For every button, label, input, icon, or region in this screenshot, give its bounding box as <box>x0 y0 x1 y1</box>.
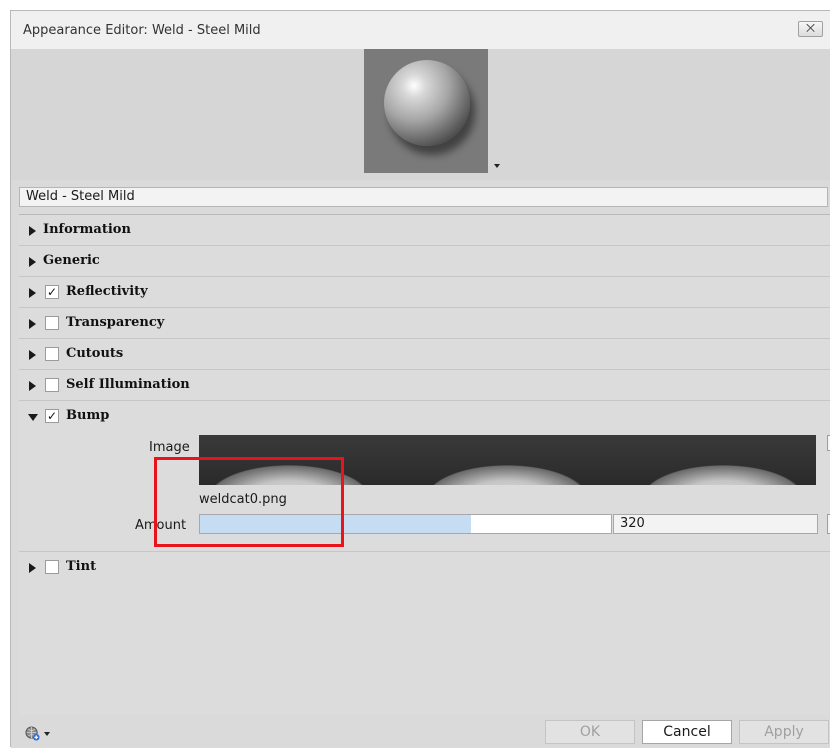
appearance-name-field[interactable]: Weld - Steel Mild <box>19 187 828 207</box>
section-label: Tint <box>66 559 97 574</box>
amount-label: Amount <box>135 518 187 533</box>
expand-arrow-icon[interactable] <box>29 288 36 298</box>
window-title: Appearance Editor: Weld - Steel Mild <box>23 23 261 38</box>
amount-value-field[interactable]: 320 <box>613 514 818 534</box>
globe-menu-arrow-icon[interactable] <box>44 732 50 736</box>
section-label: Reflectivity <box>66 284 148 299</box>
globe-add-icon[interactable] <box>25 726 40 741</box>
preview-area <box>11 49 830 180</box>
section-bump[interactable]: ✓ Bump <box>19 401 830 432</box>
amount-slider[interactable] <box>199 514 612 534</box>
cutouts-checkbox[interactable] <box>45 347 59 361</box>
section-label: Transparency <box>66 315 165 330</box>
section-label: Self Illumination <box>66 377 190 392</box>
tint-checkbox[interactable] <box>45 560 59 574</box>
transparency-checkbox[interactable] <box>45 316 59 330</box>
collapse-arrow-icon[interactable] <box>28 414 38 421</box>
cancel-button[interactable]: Cancel <box>642 720 732 744</box>
section-self-illumination[interactable]: Self Illumination <box>19 370 830 401</box>
preview-sphere <box>384 60 470 146</box>
section-label: Information <box>43 222 131 237</box>
bump-checkbox[interactable]: ✓ <box>45 409 59 423</box>
material-preview[interactable] <box>364 49 488 173</box>
expand-arrow-icon[interactable] <box>29 381 36 391</box>
section-generic[interactable]: Generic <box>19 246 830 277</box>
title-bar: Appearance Editor: Weld - Steel Mild ⨉ <box>11 11 830 49</box>
bump-filename[interactable]: weldcat0.png <box>199 492 287 507</box>
image-label: Image <box>149 440 190 455</box>
bump-texture-image[interactable] <box>199 435 816 485</box>
expand-arrow-icon[interactable] <box>29 350 36 360</box>
expand-arrow-icon[interactable] <box>29 319 36 329</box>
section-label: Generic <box>43 253 100 268</box>
expand-arrow-icon[interactable] <box>29 563 36 573</box>
section-cutouts[interactable]: Cutouts <box>19 339 830 370</box>
bump-properties: Image weldcat0.png Amount 320 <box>19 432 830 550</box>
expand-arrow-icon[interactable] <box>29 257 36 267</box>
apply-button[interactable]: Apply <box>739 720 829 744</box>
preview-options-arrow-icon[interactable] <box>494 164 500 168</box>
reflectivity-checkbox[interactable]: ✓ <box>45 285 59 299</box>
amount-slider-fill <box>200 515 472 533</box>
self-illumination-checkbox[interactable] <box>45 378 59 392</box>
close-button[interactable]: ⨉ <box>798 21 823 37</box>
section-information[interactable]: Information <box>19 215 830 246</box>
expand-arrow-icon[interactable] <box>29 226 36 236</box>
section-label: Bump <box>66 408 110 423</box>
section-label: Cutouts <box>66 346 124 361</box>
ok-button[interactable]: OK <box>545 720 635 744</box>
appearance-editor-window: Appearance Editor: Weld - Steel Mild ⨉ W… <box>10 10 830 748</box>
section-reflectivity[interactable]: ✓ Reflectivity <box>19 277 830 308</box>
dialog-footer: OK Cancel Apply <box>11 716 830 748</box>
section-tint[interactable]: Tint <box>19 551 830 582</box>
section-transparency[interactable]: Transparency <box>19 308 830 339</box>
properties-panel: Information Generic ✓ Reflectivity Trans… <box>19 214 830 715</box>
